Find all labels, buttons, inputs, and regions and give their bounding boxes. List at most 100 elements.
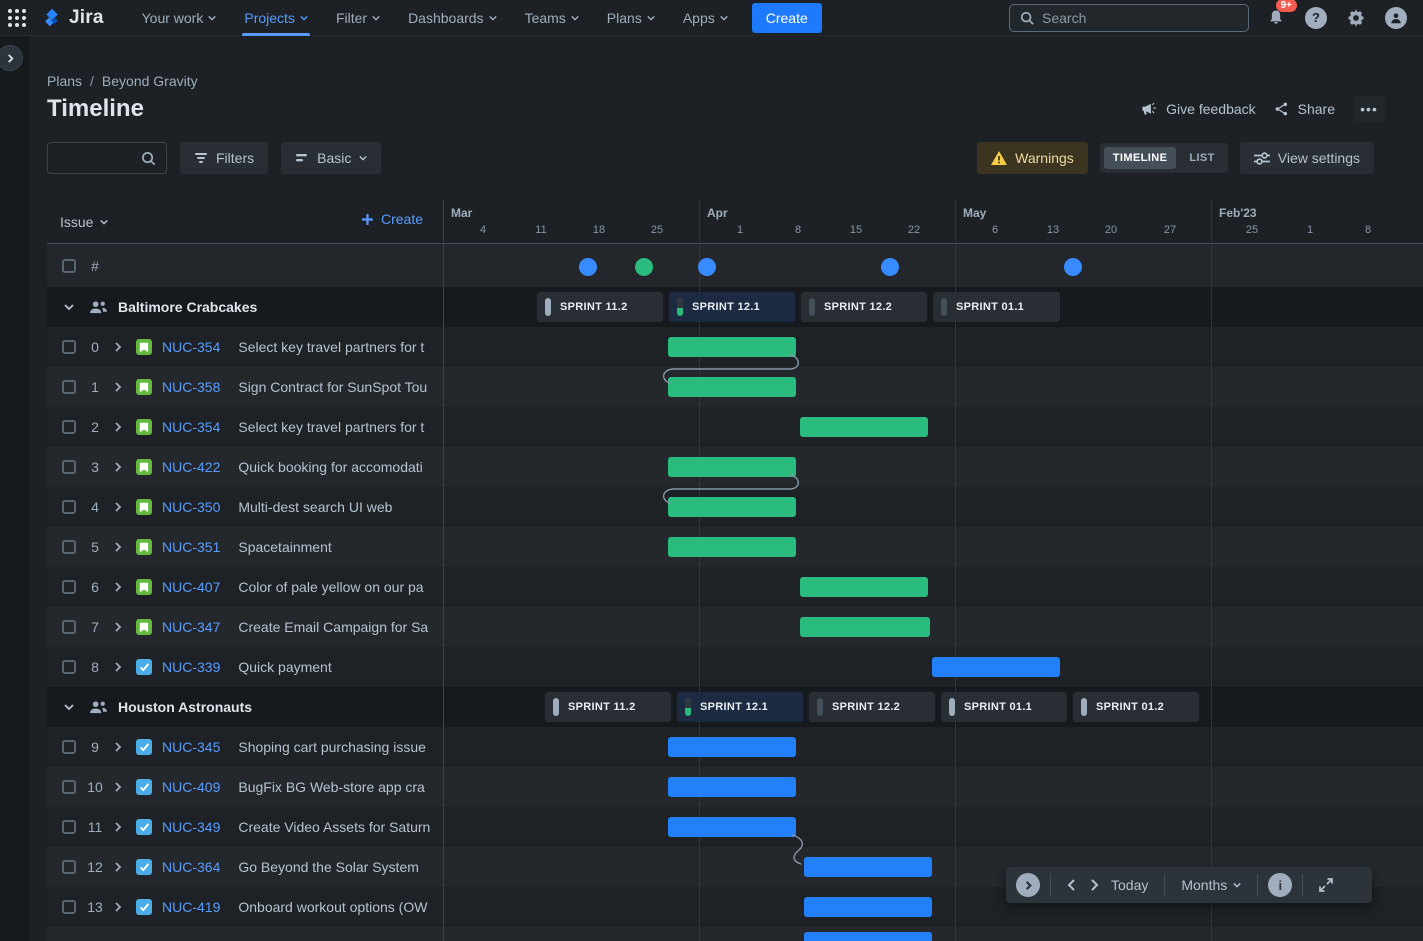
issue-key-link[interactable]: NUC-351: [162, 539, 220, 555]
issue-key-link[interactable]: NUC-354: [162, 419, 220, 435]
release-marker[interactable]: [1064, 258, 1082, 276]
gantt-bar[interactable]: [668, 777, 796, 797]
gantt-bar[interactable]: [668, 377, 796, 397]
sprint-chip[interactable]: SPRINT 12.2: [801, 292, 927, 322]
row-checkbox[interactable]: [62, 540, 76, 554]
jira-logo[interactable]: Jira: [42, 7, 104, 29]
row-checkbox[interactable]: [62, 620, 76, 634]
gantt-bar[interactable]: [668, 457, 796, 477]
nav-item-your-work[interactable]: Your work: [130, 0, 229, 36]
expand-issue-chevron[interactable]: [108, 742, 128, 752]
row-checkbox[interactable]: [62, 660, 76, 674]
expand-issue-chevron[interactable]: [108, 822, 128, 832]
sprint-chip[interactable]: SPRINT 11.2: [537, 292, 663, 322]
global-search-input[interactable]: [1042, 10, 1238, 26]
breadcrumb-plans[interactable]: Plans: [47, 73, 82, 89]
settings-gear-icon[interactable]: [1343, 5, 1369, 31]
release-marker[interactable]: [579, 258, 597, 276]
filters-button[interactable]: Filters: [180, 142, 268, 174]
app-switcher-icon[interactable]: [0, 0, 34, 36]
sprint-chip[interactable]: SPRINT 12.1: [677, 692, 803, 722]
nav-item-projects[interactable]: Projects: [232, 0, 320, 36]
release-marker[interactable]: [881, 258, 899, 276]
panel-divider[interactable]: [443, 200, 444, 941]
notifications-icon[interactable]: 9+: [1263, 5, 1289, 31]
nav-item-dashboards[interactable]: Dashboards: [396, 0, 509, 36]
more-actions-button[interactable]: •••: [1353, 96, 1385, 122]
global-search[interactable]: [1009, 4, 1249, 32]
grid-create-button[interactable]: Create: [361, 211, 423, 227]
expand-issue-chevron[interactable]: [108, 582, 128, 592]
gantt-bar[interactable]: [668, 337, 796, 357]
issue-key-link[interactable]: NUC-419: [162, 899, 220, 915]
expand-issue-chevron[interactable]: [108, 622, 128, 632]
collapse-toolbar-button[interactable]: [1016, 873, 1040, 897]
sprint-chip[interactable]: SPRINT 11.2: [545, 692, 671, 722]
row-checkbox[interactable]: [62, 900, 76, 914]
gantt-bar[interactable]: [800, 617, 930, 637]
scroll-left-button[interactable]: [1061, 875, 1083, 895]
row-checkbox[interactable]: [62, 460, 76, 474]
sprint-chip[interactable]: SPRINT 01.2: [1073, 692, 1199, 722]
row-checkbox[interactable]: [62, 340, 76, 354]
fullscreen-button[interactable]: [1313, 874, 1339, 896]
gantt-bar[interactable]: [668, 537, 796, 557]
gantt-bar[interactable]: [804, 897, 932, 917]
sprint-chip[interactable]: SPRINT 01.1: [941, 692, 1067, 722]
expand-issue-chevron[interactable]: [108, 662, 128, 672]
scroll-right-button[interactable]: [1083, 875, 1105, 895]
row-checkbox[interactable]: [62, 820, 76, 834]
breadcrumb-plan-name[interactable]: Beyond Gravity: [102, 73, 198, 89]
help-icon[interactable]: ?: [1303, 5, 1329, 31]
issue-key-link[interactable]: NUC-407: [162, 579, 220, 595]
row-checkbox[interactable]: [62, 740, 76, 754]
sprint-chip[interactable]: SPRINT 12.2: [809, 692, 935, 722]
release-marker[interactable]: [698, 258, 716, 276]
row-checkbox[interactable]: [62, 420, 76, 434]
issue-key-link[interactable]: NUC-347: [162, 619, 220, 635]
give-feedback-button[interactable]: Give feedback: [1141, 101, 1256, 118]
expand-issue-chevron[interactable]: [108, 462, 128, 472]
nav-item-apps[interactable]: Apps: [671, 0, 740, 36]
nav-item-filter[interactable]: Filter: [324, 0, 392, 36]
gantt-bar[interactable]: [800, 577, 928, 597]
color-by-basic-button[interactable]: Basic: [281, 142, 381, 174]
issue-key-link[interactable]: NUC-339: [162, 659, 220, 675]
expand-issue-chevron[interactable]: [108, 902, 128, 912]
row-checkbox[interactable]: [62, 380, 76, 394]
nav-item-teams[interactable]: Teams: [513, 0, 591, 36]
row-checkbox[interactable]: [62, 780, 76, 794]
release-marker[interactable]: [635, 258, 653, 276]
expand-issue-chevron[interactable]: [108, 502, 128, 512]
info-button[interactable]: i: [1268, 873, 1292, 897]
tab-timeline[interactable]: TIMELINE: [1104, 147, 1177, 169]
create-button[interactable]: Create: [752, 3, 822, 33]
issue-key-link[interactable]: NUC-364: [162, 859, 220, 875]
issue-key-link[interactable]: NUC-409: [162, 779, 220, 795]
row-checkbox[interactable]: [62, 580, 76, 594]
sprint-chip[interactable]: SPRINT 12.1: [669, 292, 795, 322]
issue-key-link[interactable]: NUC-354: [162, 339, 220, 355]
row-checkbox[interactable]: [62, 500, 76, 514]
collapse-group-chevron[interactable]: [59, 703, 79, 711]
expand-issue-chevron[interactable]: [108, 342, 128, 352]
range-months-dropdown[interactable]: Months: [1175, 873, 1247, 897]
expand-issue-chevron[interactable]: [108, 422, 128, 432]
issue-key-link[interactable]: NUC-349: [162, 819, 220, 835]
expand-issue-chevron[interactable]: [108, 782, 128, 792]
issue-key-link[interactable]: NUC-345: [162, 739, 220, 755]
gantt-bar[interactable]: [800, 417, 928, 437]
gantt-bar[interactable]: [932, 657, 1060, 677]
row-checkbox[interactable]: [62, 259, 76, 273]
gantt-bar[interactable]: [668, 817, 796, 837]
share-button[interactable]: Share: [1274, 101, 1335, 117]
expand-issue-chevron[interactable]: [108, 382, 128, 392]
gantt-bar[interactable]: [668, 497, 796, 517]
expand-issue-chevron[interactable]: [108, 542, 128, 552]
today-button[interactable]: Today: [1105, 873, 1154, 897]
gantt-bar[interactable]: [668, 737, 796, 757]
user-avatar[interactable]: [1383, 5, 1409, 31]
plan-search-field[interactable]: [47, 142, 167, 174]
expand-issue-chevron[interactable]: [108, 862, 128, 872]
sprint-chip[interactable]: SPRINT 01.1: [933, 292, 1060, 322]
